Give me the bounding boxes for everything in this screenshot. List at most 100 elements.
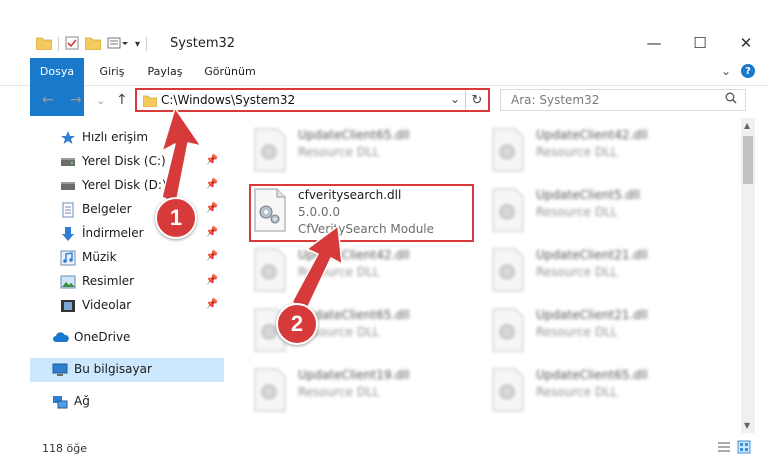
address-dropdown-icon[interactable]: ⌄ <box>450 92 460 106</box>
forward-arrow-icon[interactable]: → <box>70 92 82 108</box>
file-type: Resource DLL <box>536 145 618 159</box>
scroll-up-icon[interactable]: ▲ <box>744 121 750 130</box>
sidebar-item-network[interactable]: Ağ <box>30 390 224 414</box>
address-bar[interactable]: C:\Windows\System32 ⌄ ↻ <box>135 88 490 112</box>
sidebar-item-label: OneDrive <box>74 330 131 344</box>
file-type: Resource DLL <box>536 385 618 399</box>
documents-icon <box>60 202 76 218</box>
file-name: UpdateClient65.dll <box>536 368 648 382</box>
file-name: UpdateClient5.dll <box>536 188 640 202</box>
search-input[interactable]: Ara: System32 <box>500 89 746 111</box>
network-icon <box>52 394 68 410</box>
toolbar-dropdown-icon[interactable]: ▾ <box>135 39 140 50</box>
up-arrow-icon[interactable]: ↑ <box>116 92 128 108</box>
sidebar-item-drive-d[interactable]: Yerel Disk (D:) 📌 <box>30 174 224 198</box>
sidebar-item-label: Müzik <box>82 250 117 264</box>
tab-view[interactable]: Görünüm <box>200 58 260 85</box>
new-folder-icon[interactable] <box>84 36 102 53</box>
customize-toolbar-icon[interactable] <box>107 36 129 53</box>
tab-home[interactable]: Giriş <box>92 58 132 85</box>
sidebar-item-onedrive[interactable]: OneDrive <box>30 326 224 350</box>
list-item[interactable]: UpdateClient21.dll Resource DLL <box>490 306 710 364</box>
properties-icon[interactable] <box>65 36 79 53</box>
pin-icon[interactable]: 📌 <box>206 299 218 310</box>
scroll-thumb[interactable] <box>743 136 753 184</box>
list-item[interactable]: UpdateClient19.dll Resource DLL <box>252 366 472 424</box>
recent-locations-icon[interactable]: ⌄ <box>96 94 105 107</box>
video-icon <box>60 298 76 314</box>
folder-icon[interactable] <box>35 36 53 53</box>
dll-file-icon <box>490 248 526 292</box>
sidebar-item-this-pc[interactable]: Bu bilgisayar <box>30 358 224 382</box>
pin-icon[interactable]: 📌 <box>206 179 218 190</box>
pin-icon[interactable]: 📌 <box>206 203 218 214</box>
drive-icon <box>60 178 76 194</box>
status-bar: 118 öğe <box>30 438 755 460</box>
computer-icon <box>52 362 68 378</box>
sidebar-item-label: İndirmeler <box>82 226 144 240</box>
address-path[interactable]: C:\Windows\System32 <box>161 93 295 107</box>
file-type: Resource DLL <box>536 265 618 279</box>
minimize-button[interactable]: — <box>631 29 677 57</box>
pin-icon[interactable]: 📌 <box>206 251 218 262</box>
file-type: Resource DLL <box>536 325 618 339</box>
sidebar-item-drive-c[interactable]: Yerel Disk (C:) 📌 <box>30 150 224 174</box>
dll-file-icon <box>490 308 526 352</box>
large-icons-view-icon[interactable] <box>737 440 751 457</box>
step-badge-2: 2 <box>276 303 318 345</box>
sidebar-item-label: Videolar <box>82 298 132 312</box>
scroll-down-icon[interactable]: ▼ <box>744 421 750 430</box>
item-count: 118 öğe <box>42 442 87 455</box>
sidebar-item-videos[interactable]: Videolar 📌 <box>30 294 224 318</box>
pin-icon[interactable]: 📌 <box>206 155 218 166</box>
sidebar-item-label: Ağ <box>74 394 90 408</box>
list-item[interactable]: UpdateClient21.dll Resource DLL <box>490 246 710 304</box>
close-button[interactable]: ✕ <box>723 29 769 57</box>
pin-icon[interactable]: 📌 <box>206 227 218 238</box>
sidebar-item-pictures[interactable]: Resimler 📌 <box>30 270 224 294</box>
music-icon <box>60 250 76 266</box>
list-item[interactable]: UpdateClient5.dll Resource DLL <box>490 186 710 244</box>
maximize-button[interactable]: ☐ <box>677 29 723 57</box>
vertical-scrollbar[interactable]: ▲ ▼ <box>741 118 755 433</box>
sidebar-item-music[interactable]: Müzik 📌 <box>30 246 224 270</box>
file-name: UpdateClient42.dll <box>536 128 648 142</box>
refresh-button[interactable]: ↻ <box>465 90 488 110</box>
folder-icon <box>142 95 158 110</box>
file-type: Resource DLL <box>536 205 618 219</box>
back-arrow-icon[interactable]: ← <box>42 92 54 108</box>
list-item[interactable]: UpdateClient42.dll Resource DLL <box>252 246 472 304</box>
pictures-icon <box>60 274 76 290</box>
list-item[interactable]: UpdateClient42.dll Resource DLL <box>490 126 710 184</box>
dll-file-icon <box>490 368 526 412</box>
sidebar-item-label: Yerel Disk (D:) <box>82 178 167 192</box>
file-type: Resource DLL <box>298 385 380 399</box>
sidebar-item-label: Belgeler <box>82 202 132 216</box>
file-list: UpdateClient65.dll Resource DLL UpdateCl… <box>226 118 740 433</box>
toolbar-divider <box>58 37 59 51</box>
pin-icon[interactable]: 📌 <box>206 275 218 286</box>
sidebar-item-label: Yerel Disk (C:) <box>82 154 166 168</box>
dll-file-icon <box>252 248 288 292</box>
navigation-pane: Hızlı erişim Yerel Disk (C:) 📌 Yerel Dis… <box>30 118 224 433</box>
list-item[interactable]: UpdateClient65.dll Resource DLL <box>490 366 710 424</box>
quick-access-toolbar: ▾ <box>35 34 148 54</box>
sidebar-item-label: Bu bilgisayar <box>74 362 152 376</box>
expand-ribbon-icon[interactable]: ⌄ <box>721 64 731 78</box>
sidebar-item-label: Resimler <box>82 274 135 288</box>
cloud-icon <box>52 330 69 346</box>
details-view-icon[interactable] <box>717 440 731 457</box>
dll-file-icon <box>490 128 526 172</box>
drive-icon <box>60 154 76 170</box>
list-item[interactable]: UpdateClient65.dll Resource DLL <box>252 126 472 184</box>
file-name: UpdateClient21.dll <box>536 248 648 262</box>
ribbon-controls: ⌄ ? <box>721 64 755 78</box>
file-name: UpdateClient42.dll <box>298 248 410 262</box>
toolbar-divider <box>146 37 148 51</box>
sidebar-item-quick-access[interactable]: Hızlı erişim <box>30 126 224 150</box>
help-icon[interactable]: ? <box>741 64 755 78</box>
search-icon[interactable] <box>725 92 737 108</box>
tab-share[interactable]: Paylaş <box>143 58 187 85</box>
highlight-box <box>249 184 474 242</box>
window-controls: — ☐ ✕ <box>631 29 769 57</box>
